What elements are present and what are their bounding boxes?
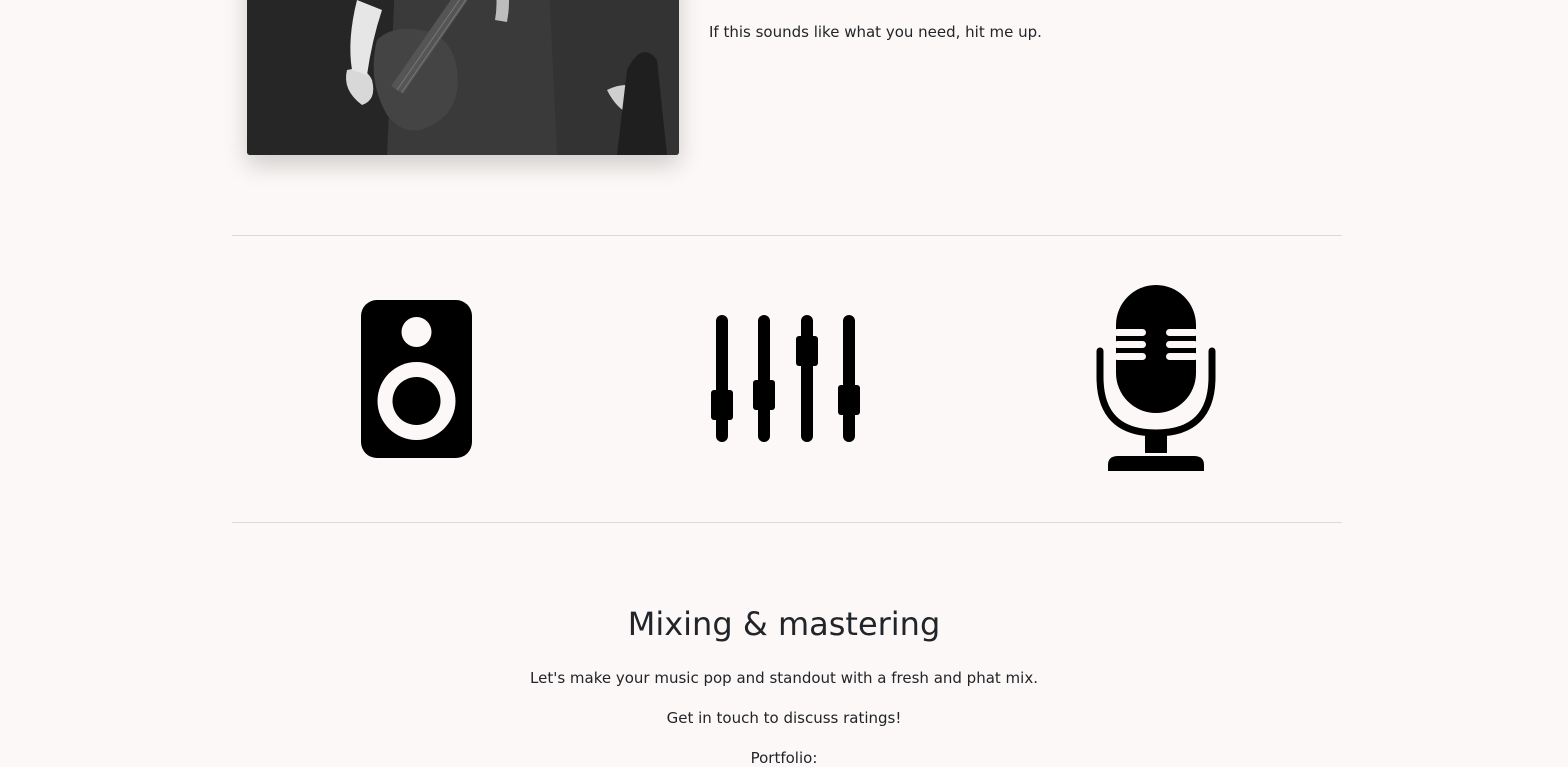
section-paragraph: Get in touch to discuss ratings! xyxy=(666,709,902,727)
page: If this sounds like what you need, hit m… xyxy=(0,0,1568,767)
speaker-icon xyxy=(361,300,472,462)
intro-cta-text: If this sounds like what you need, hit m… xyxy=(709,23,1042,41)
divider-top xyxy=(232,235,1342,236)
mixer-sliders-icon xyxy=(711,315,863,447)
section-title: Mixing & mastering xyxy=(627,605,941,643)
section-paragraph: Let's make your music pop and standout w… xyxy=(530,669,1038,687)
musician-photo xyxy=(247,0,679,155)
microphone-icon xyxy=(1096,285,1216,476)
portfolio-label: Portfolio: xyxy=(750,749,818,767)
divider-bottom xyxy=(232,522,1342,523)
